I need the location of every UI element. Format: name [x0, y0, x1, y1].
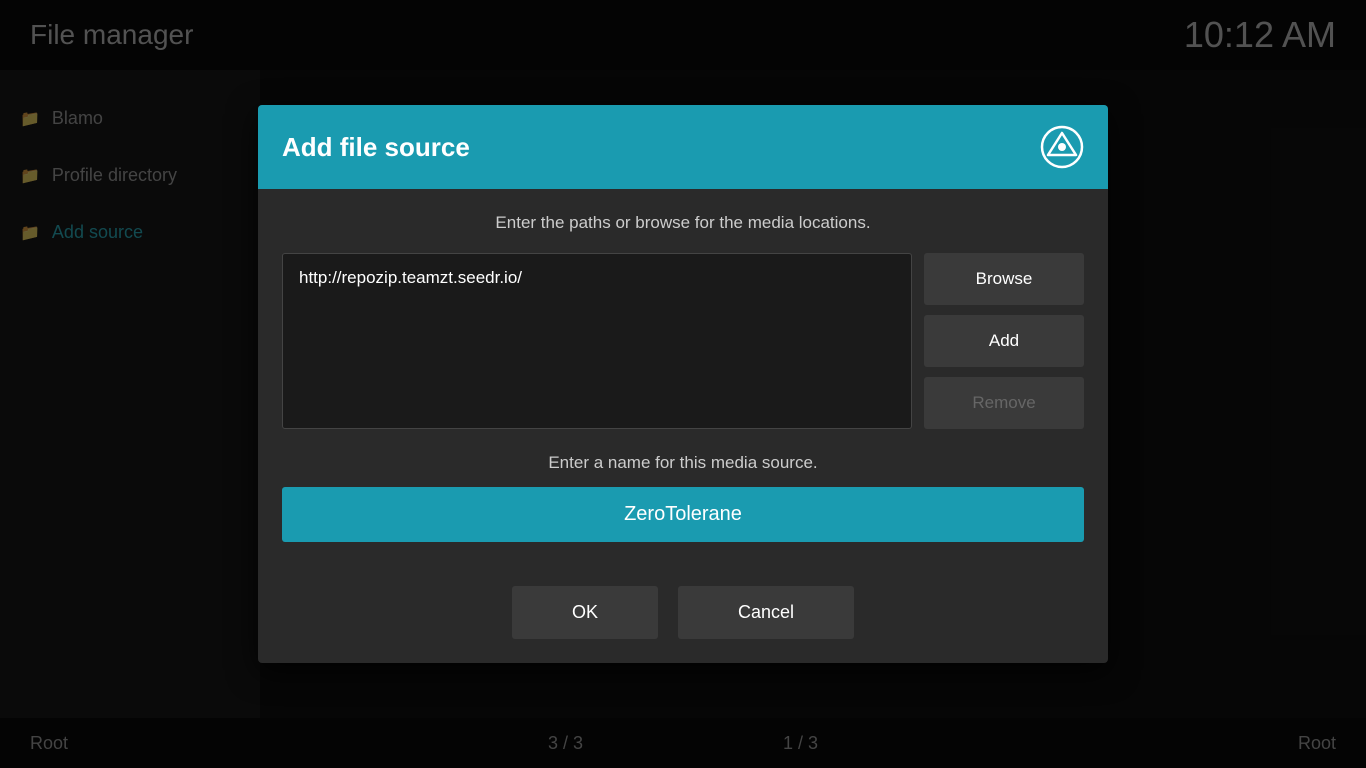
ok-button[interactable]: OK: [512, 586, 658, 639]
dialog-header: Add file source: [258, 105, 1108, 189]
path-section: http://repozip.teamzt.seedr.io/ Browse A…: [282, 253, 1084, 429]
dialog-footer: OK Cancel: [258, 566, 1108, 663]
add-file-source-dialog: Add file source Enter the paths or brows…: [258, 105, 1108, 663]
name-section: Enter a name for this media source. Zero…: [282, 453, 1084, 542]
media-source-name-input[interactable]: ZeroTolerane: [282, 487, 1084, 542]
name-label: Enter a name for this media source.: [282, 453, 1084, 473]
browse-button[interactable]: Browse: [924, 253, 1084, 305]
dialog-body: Enter the paths or browse for the media …: [258, 189, 1108, 566]
path-buttons: Browse Add Remove: [924, 253, 1084, 429]
cancel-button[interactable]: Cancel: [678, 586, 854, 639]
path-input-area[interactable]: http://repozip.teamzt.seedr.io/: [282, 253, 912, 429]
add-button[interactable]: Add: [924, 315, 1084, 367]
kodi-logo-icon: [1040, 125, 1084, 169]
dialog-subtitle: Enter the paths or browse for the media …: [282, 213, 1084, 233]
dialog-overlay: Add file source Enter the paths or brows…: [0, 0, 1366, 768]
remove-button[interactable]: Remove: [924, 377, 1084, 429]
dialog-title: Add file source: [282, 132, 470, 163]
